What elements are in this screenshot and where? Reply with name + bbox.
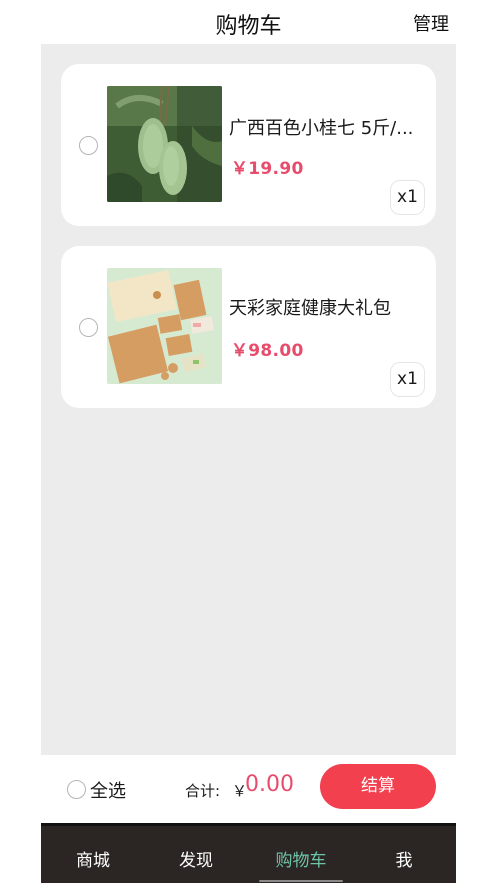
total-label: 合计: <box>185 782 221 800</box>
tab-me[interactable]: 我 <box>364 846 444 871</box>
item-price: ￥19.90 <box>231 159 304 179</box>
tab-cart[interactable]: 购物车 <box>261 846 341 871</box>
select-all-label[interactable]: 全选 <box>90 777 126 803</box>
cart-list: 广西百色小桂七 5斤/... ￥19.90 x1 天彩家庭健康大礼包 ￥98.0… <box>41 44 456 755</box>
checkout-bar: 全选 合计: ￥ 0.00 结算 <box>41 755 456 823</box>
select-all-radio[interactable] <box>67 780 86 799</box>
item-price: ￥98.00 <box>231 341 304 361</box>
item-title[interactable]: 广西百色小桂七 5斤/... <box>229 114 424 140</box>
header: 购物车 管理 <box>0 0 497 44</box>
checkout-button[interactable]: 结算 <box>320 764 436 809</box>
manage-button[interactable]: 管理 <box>413 10 449 36</box>
bottom-tabbar: 商城 发现 购物车 我 <box>41 826 456 883</box>
total-amount: 0.00 <box>245 772 294 797</box>
cart-item: 广西百色小桂七 5斤/... ￥19.90 x1 <box>61 64 436 226</box>
item-title[interactable]: 天彩家庭健康大礼包 <box>229 294 424 320</box>
tab-mall[interactable]: 商城 <box>53 846 133 871</box>
gift-box-photo-graphic <box>107 268 222 384</box>
item-select-radio[interactable] <box>79 136 98 155</box>
quantity-badge[interactable]: x1 <box>390 180 425 215</box>
mango-photo-graphic <box>107 86 222 202</box>
mango-photo-icon[interactable] <box>107 86 222 202</box>
quantity-badge[interactable]: x1 <box>390 362 425 397</box>
tab-discover[interactable]: 发现 <box>156 846 236 871</box>
cart-item: 天彩家庭健康大礼包 ￥98.00 x1 <box>61 246 436 408</box>
item-select-radio[interactable] <box>79 318 98 337</box>
active-tab-indicator <box>259 880 343 882</box>
gift-box-photo-icon[interactable] <box>107 268 222 384</box>
